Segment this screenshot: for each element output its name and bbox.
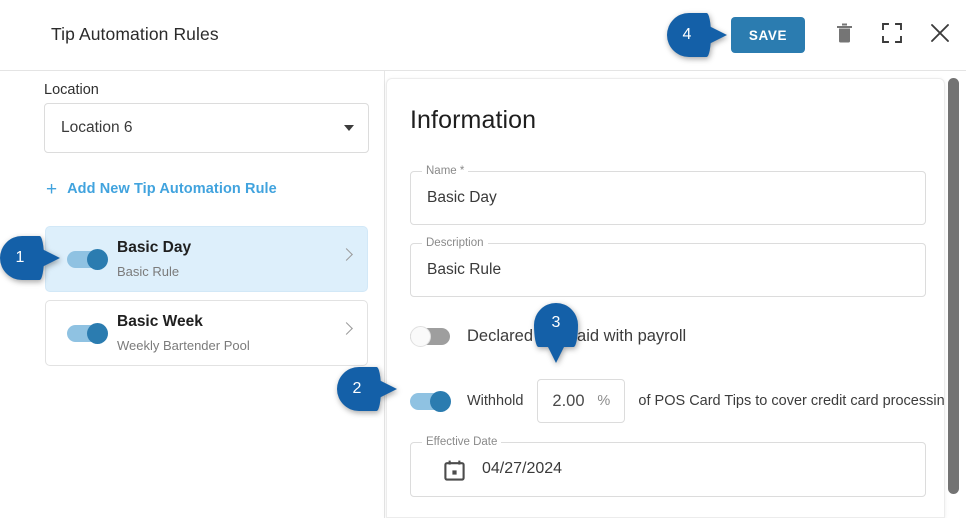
callout-marker-4: 4 xyxy=(667,13,729,57)
rules-sidebar: Location Location 6 + Add New Tip Automa… xyxy=(0,71,385,518)
withhold-suffix-label: of POS Card Tips to cover credit card pr… xyxy=(638,393,945,409)
callout-marker-2: 2 xyxy=(337,367,399,411)
calendar-icon[interactable] xyxy=(444,460,465,486)
rule-enabled-toggle[interactable] xyxy=(67,323,109,344)
close-button[interactable] xyxy=(925,20,955,50)
location-select-value: Location 6 xyxy=(61,119,133,136)
description-field-value: Basic Rule xyxy=(427,261,502,278)
marker-number: 4 xyxy=(682,26,692,43)
rule-enabled-toggle[interactable] xyxy=(67,249,109,270)
withhold-percent-value: 2.00 xyxy=(552,392,585,410)
percent-sign: % xyxy=(597,393,611,409)
plus-icon: + xyxy=(46,178,58,200)
vertical-scrollbar[interactable] xyxy=(948,78,959,518)
withhold-row: Withhold 2.00 % of POS Card Tips to cove… xyxy=(410,379,945,423)
marker-number: 2 xyxy=(352,380,362,397)
withhold-toggle[interactable] xyxy=(410,390,452,412)
name-field-label: Name * xyxy=(422,165,469,177)
effective-date-field[interactable]: Effective Date 04/27/2024 xyxy=(410,436,926,497)
delete-button[interactable] xyxy=(829,20,859,50)
close-icon xyxy=(929,22,951,49)
description-field-label: Description xyxy=(422,237,488,249)
name-field[interactable]: Name * Basic Day xyxy=(410,165,926,225)
trash-icon xyxy=(836,23,853,48)
save-button[interactable]: SAVE xyxy=(731,17,805,53)
scrollbar-thumb[interactable] xyxy=(948,78,959,494)
information-panel: Information Name * Basic Day Description… xyxy=(386,78,945,518)
withhold-label: Withhold xyxy=(467,393,524,409)
fullscreen-icon xyxy=(882,22,902,48)
rule-subtitle: Weekly Bartender Pool xyxy=(117,338,250,353)
effective-date-label: Effective Date xyxy=(422,436,502,448)
toggle-knob xyxy=(87,323,108,344)
add-rule-label: Add New Tip Automation Rule xyxy=(67,181,277,197)
declared-tips-toggle[interactable] xyxy=(410,325,452,347)
rule-title: Basic Week xyxy=(117,313,203,330)
location-label: Location xyxy=(44,82,99,98)
marker-number: 3 xyxy=(551,314,561,331)
tip-automation-rules-dialog: Tip Automation Rules SAVE Location Locat… xyxy=(0,0,966,518)
description-field[interactable]: Description Basic Rule xyxy=(410,237,926,297)
name-field-value: Basic Day xyxy=(427,189,497,206)
chevron-right-icon xyxy=(340,248,353,261)
page-title: Tip Automation Rules xyxy=(51,24,219,44)
rule-title: Basic Day xyxy=(117,239,192,256)
list-item[interactable]: Basic Week Weekly Bartender Pool xyxy=(45,300,368,366)
rule-subtitle: Basic Rule xyxy=(117,264,180,279)
toggle-knob xyxy=(430,390,451,412)
chevron-right-icon xyxy=(340,322,353,335)
toggle-knob xyxy=(87,249,108,270)
effective-date-value: 04/27/2024 xyxy=(482,460,563,477)
chevron-down-icon xyxy=(344,125,354,131)
dialog-header: Tip Automation Rules SAVE xyxy=(0,0,966,71)
withhold-percent-input[interactable]: 2.00 % xyxy=(537,379,626,423)
add-new-tip-automation-rule-button[interactable]: + Add New Tip Automation Rule xyxy=(46,177,277,201)
information-heading: Information xyxy=(410,106,537,134)
fullscreen-button[interactable] xyxy=(877,20,907,50)
callout-marker-1: 1 xyxy=(0,236,62,280)
list-item[interactable]: Basic Day Basic Rule xyxy=(45,226,368,292)
marker-number: 1 xyxy=(15,249,25,266)
callout-marker-3: 3 xyxy=(534,303,578,365)
toggle-knob xyxy=(410,325,431,347)
location-select[interactable]: Location 6 xyxy=(44,103,369,153)
